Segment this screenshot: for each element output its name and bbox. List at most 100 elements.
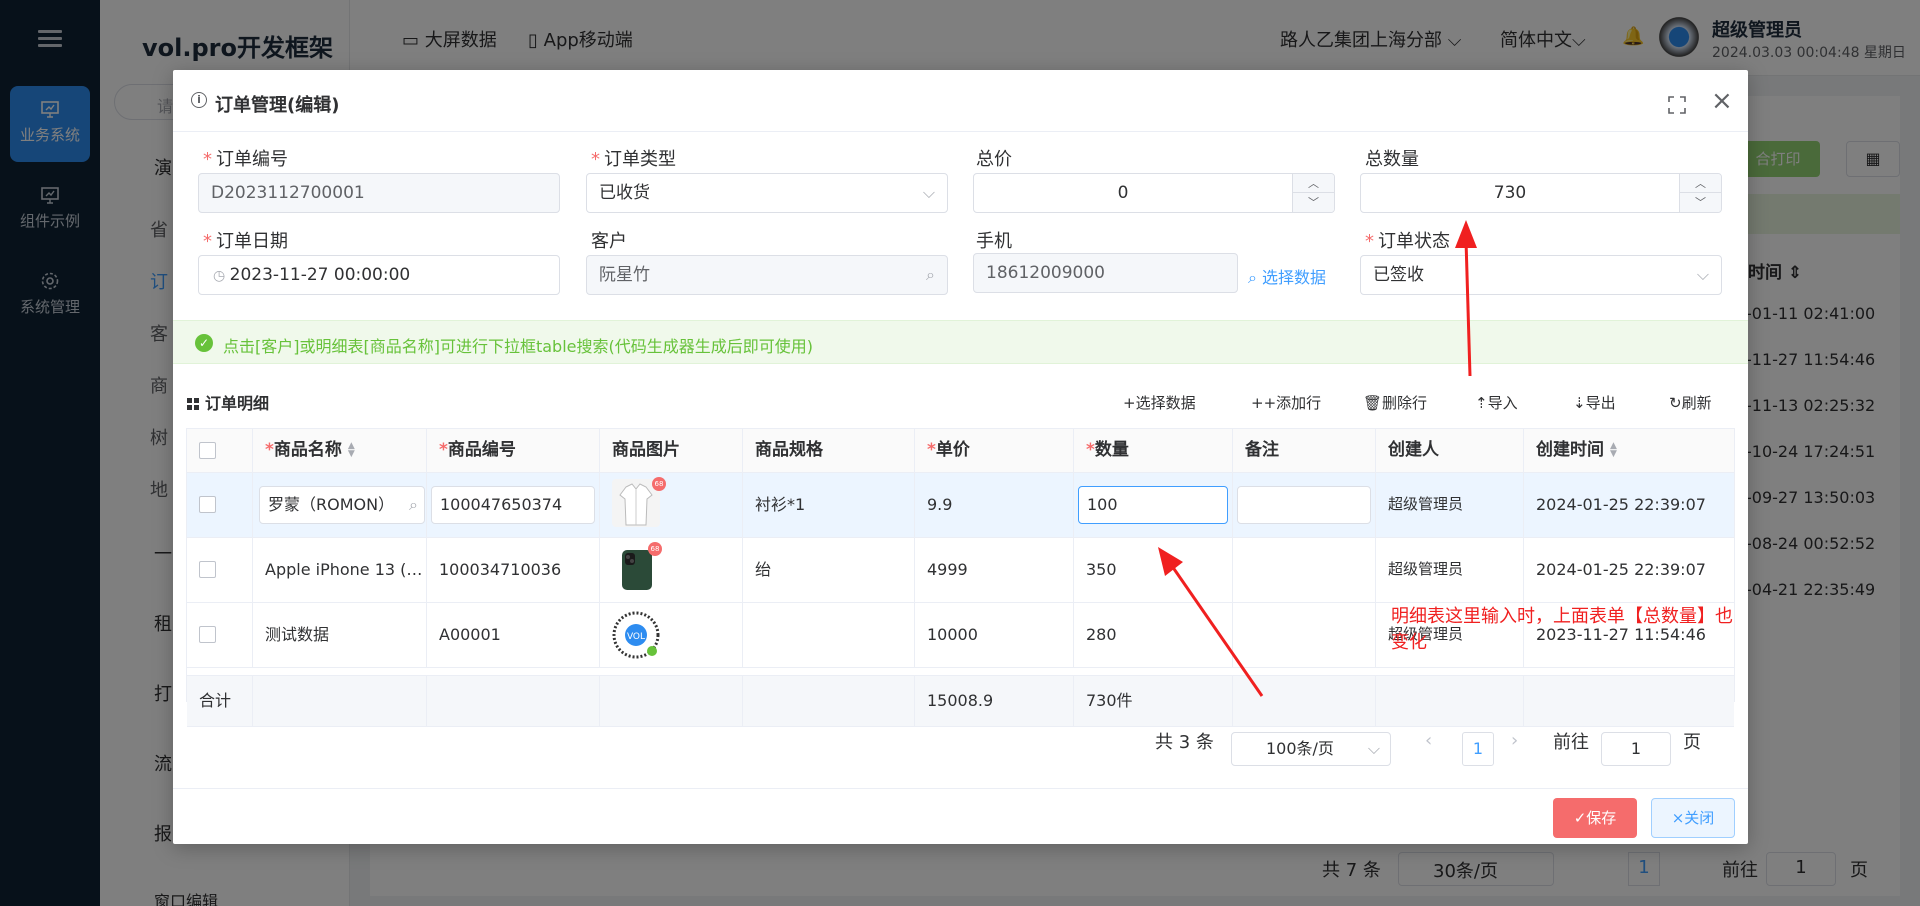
quantity-input[interactable]: 100 [1078, 486, 1228, 524]
info-alert: ✓ 点击[客户]或明细表[商品名称]可进行下拉框table搜索(代码生成器生成后… [173, 320, 1748, 364]
chevron-down-icon: ⌵ [922, 183, 935, 202]
col-quantity: *数量 [1074, 429, 1233, 472]
chevron-down-icon[interactable]: ﹀ [1293, 193, 1334, 212]
col-product-name[interactable]: *商品名称 ▲ ▼ [253, 429, 427, 472]
row-checkbox[interactable] [199, 496, 216, 513]
annotation-text: 明细表这里输入时，上面表单【总数量】也变化 [1391, 606, 1733, 653]
refresh-button[interactable]: ↻刷新 [1669, 392, 1712, 413]
close-button[interactable]: ×关闭 [1651, 798, 1735, 838]
delete-row-button[interactable]: 🗑删除行 [1363, 392, 1427, 413]
product-name-cell: 测试数据 [253, 603, 427, 667]
order-status-value: 已签收 [1373, 265, 1424, 285]
detail-section-title: 订单明细 [187, 390, 269, 414]
col-remark: 备注 [1233, 429, 1376, 472]
total-price-label: 总价 [976, 149, 1012, 170]
phone-input[interactable]: 18612009000 [973, 253, 1238, 293]
summary-cell [1376, 676, 1524, 726]
next-page-icon[interactable]: › [1511, 730, 1518, 751]
col-product-spec: 商品规格 [743, 429, 915, 472]
order-date-label: * 订单日期 [203, 231, 288, 252]
select-all-checkbox[interactable] [199, 442, 216, 459]
total-qty-input[interactable]: 730 ︿ ﹀ [1360, 173, 1722, 213]
upload-icon: ⇡ [1475, 394, 1488, 412]
search-icon[interactable]: ⌕ [926, 256, 935, 294]
order-type-select[interactable]: 已收货 ⌵ [586, 173, 948, 213]
total-price-input[interactable]: 0 ︿ ﹀ [973, 173, 1335, 213]
order-edit-dialog: i 订单管理(编辑) × * 订单编号 D2023112700001 * 订单类型 … [173, 70, 1748, 844]
order-type-label: * 订单类型 [591, 149, 676, 170]
sort-icon[interactable]: ▲ ▼ [1610, 442, 1617, 459]
order-no-input[interactable]: D2023112700001 [198, 173, 560, 213]
col-unit-price: *单价 [915, 429, 1074, 472]
order-status-select[interactable]: 已签收 ⌵ [1360, 255, 1722, 295]
product-spec-cell [743, 603, 915, 667]
product-image-cell: 68 [600, 538, 743, 602]
creator-cell: 超级管理员 [1376, 473, 1524, 537]
select-data-link[interactable]: ⌕ 选择数据 [1248, 264, 1326, 288]
goto-page-input[interactable]: 1 [1601, 732, 1671, 766]
order-date-input[interactable]: ◷ 2023-11-27 00:00:00 [198, 255, 560, 295]
trash-icon: 🗑 [1363, 394, 1383, 412]
search-icon: ⌕ [1248, 268, 1263, 287]
chevron-down-icon[interactable]: ﹀ [1680, 193, 1721, 212]
page-number[interactable]: 1 [1462, 732, 1494, 766]
col-created-time[interactable]: 创建时间 ▲ ▼ [1524, 429, 1734, 472]
pager-total: 共 3 条 [1155, 732, 1214, 753]
summary-cell [743, 676, 915, 726]
product-image-cell: 68 [600, 473, 743, 537]
number-stepper[interactable]: ︿ ﹀ [1292, 174, 1334, 212]
created-time-cell: 2024-01-25 22:39:07 [1536, 495, 1706, 514]
table-row[interactable]: Apple iPhone 13 (… 100034710036 68 绐 499… [187, 538, 1734, 603]
select-data-button[interactable]: +选择数据 [1123, 392, 1196, 413]
summary-price: 15008.9 [915, 676, 1074, 726]
summary-cell [427, 676, 600, 726]
product-spec-cell: 衬衫*1 [743, 473, 915, 537]
import-button[interactable]: ⇡导入 [1475, 392, 1518, 413]
row-checkbox[interactable] [199, 561, 216, 578]
summary-cell [1233, 676, 1376, 726]
row-select-cell [187, 538, 253, 602]
summary-cell [1524, 676, 1734, 726]
col-creator: 创建人 [1376, 429, 1524, 472]
save-button[interactable]: ✓保存 [1553, 798, 1637, 838]
add-row-button[interactable]: ++添加行 [1251, 392, 1321, 413]
table-row[interactable]: 罗蒙（ROMON） ⌕ 100047650374 68 衬衫*1 9.9 100 … [187, 473, 1734, 538]
search-icon[interactable]: ⌕ [409, 487, 418, 523]
row-checkbox[interactable] [199, 626, 216, 643]
customer-input[interactable]: 阮星竹 ⌕ [586, 255, 948, 295]
chevron-up-icon[interactable]: ︿ [1680, 174, 1721, 193]
plus-icon: + [1251, 394, 1264, 412]
total-qty-value: 730 [1493, 183, 1527, 203]
quantity-cell[interactable]: 280 [1074, 603, 1233, 667]
export-button[interactable]: ⇣导出 [1573, 392, 1616, 413]
product-code-input[interactable]: 100047650374 [431, 486, 595, 524]
chevron-up-icon[interactable]: ︿ [1293, 174, 1334, 193]
remark-cell[interactable] [1233, 603, 1376, 667]
page-size-label: 100条/页 [1266, 739, 1334, 758]
remark-input[interactable] [1237, 486, 1371, 524]
close-icon[interactable]: × [1711, 88, 1733, 114]
quantity-cell[interactable]: 350 [1074, 538, 1233, 602]
select-data-label: 选择数据 [1262, 268, 1327, 287]
summary-label: 合计 [187, 676, 253, 726]
fullscreen-icon[interactable] [1668, 96, 1686, 114]
vol-logo-image[interactable]: VOL [612, 611, 660, 659]
prev-page-icon[interactable]: ‹ [1425, 730, 1432, 751]
row-select-cell [187, 603, 253, 667]
phone-label: 手机 [976, 231, 1012, 252]
col-product-image: 商品图片 [600, 429, 743, 472]
col-product-code: *商品编号 [427, 429, 600, 472]
order-status-label: * 订单状态 [1365, 231, 1450, 252]
sort-icon[interactable]: ▲ ▼ [348, 442, 355, 459]
export-label: 导出 [1585, 394, 1616, 412]
number-stepper[interactable]: ︿ ﹀ [1679, 174, 1721, 212]
total-qty-label: 总数量 [1365, 149, 1419, 170]
page-size-select[interactable]: 100条/页 ⌵ [1231, 732, 1391, 766]
dialog-footer [173, 788, 1748, 844]
product-name-cell: 罗蒙（ROMON） ⌕ [253, 473, 427, 537]
remark-cell[interactable] [1233, 538, 1376, 602]
add-row-label: +添加行 [1263, 394, 1322, 412]
summary-quantity: 730件 [1074, 676, 1233, 726]
product-name-input[interactable]: 罗蒙（ROMON） ⌕ [259, 486, 425, 524]
customer-label: 客户 [591, 231, 627, 252]
